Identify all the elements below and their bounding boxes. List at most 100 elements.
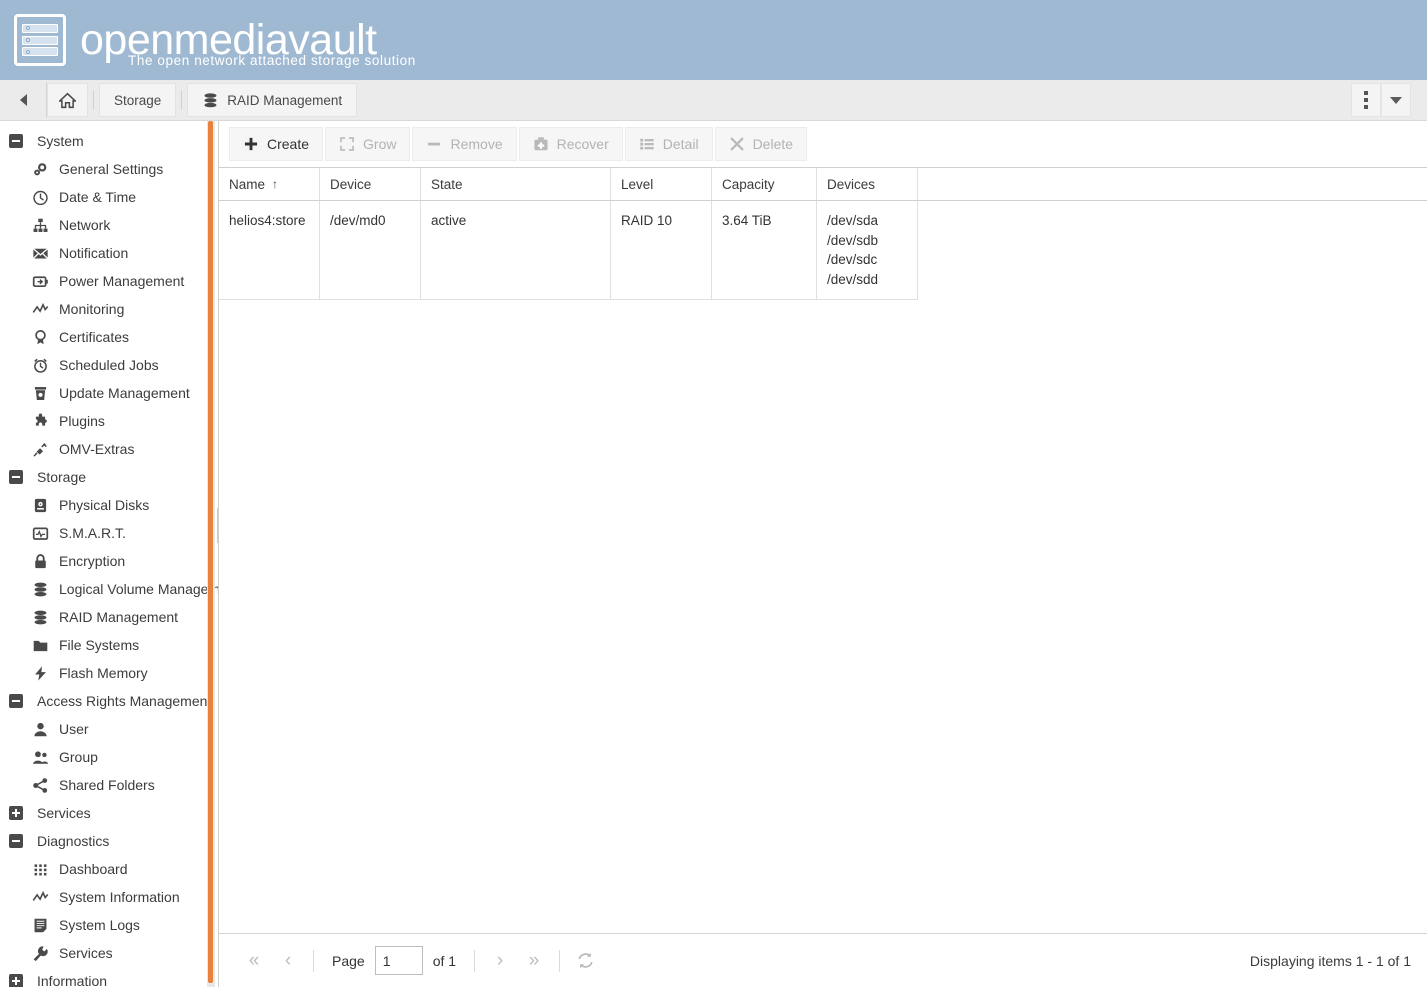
sidebar-item-omv-extras[interactable]: OMV-Extras	[0, 435, 218, 463]
column-header-device[interactable]: Device	[320, 168, 421, 200]
sidebar-item-user[interactable]: User	[0, 715, 218, 743]
breadcrumb-bar: Storage RAID Management	[0, 80, 1427, 121]
first-page-button[interactable]: «	[237, 946, 271, 976]
next-page-button[interactable]: ›	[483, 946, 517, 976]
sidebar-item-date-time[interactable]: Date & Time	[0, 183, 218, 211]
grid-header-row: Name ↑ Device State Level Capacity Devic…	[219, 167, 1427, 201]
sidebar-item-certificates[interactable]: Certificates	[0, 323, 218, 351]
plus-box-icon[interactable]	[9, 974, 23, 987]
breadcrumb-label: RAID Management	[227, 92, 343, 108]
sidebar-item-notification[interactable]: Notification	[0, 239, 218, 267]
dropdown-menu-button[interactable]	[1381, 83, 1411, 117]
sidebar-item-smart[interactable]: S.M.A.R.T.	[0, 519, 218, 547]
minus-box-icon[interactable]	[9, 694, 23, 708]
minus-box-icon[interactable]	[9, 834, 23, 848]
sidebar-scrollbar-thumb[interactable]	[208, 121, 213, 983]
sidebar-group-label: Storage	[37, 469, 87, 485]
button-label: Grow	[363, 136, 397, 152]
sidebar-item-group[interactable]: Group	[0, 743, 218, 771]
sidebar-item-label: Encryption	[59, 553, 126, 569]
sidebar-item-encryption[interactable]: Encryption	[0, 547, 218, 575]
puzzle-piece-icon	[30, 412, 50, 430]
sidebar-item-raid-management[interactable]: RAID Management	[0, 603, 218, 631]
detail-button[interactable]: Detail	[624, 127, 713, 161]
sidebar-item-label: Update Management	[59, 385, 190, 401]
cell-capacity: 3.64 TiB	[712, 201, 817, 300]
document-lines-icon	[30, 916, 50, 934]
page-number-input[interactable]	[374, 946, 423, 975]
minus-box-icon[interactable]	[9, 134, 23, 148]
sidebar-item-label: Date & Time	[59, 189, 137, 205]
sidebar-item-plugins[interactable]: Plugins	[0, 407, 218, 435]
sidebar-group-access-rights-management[interactable]: Access Rights Management	[0, 687, 218, 715]
column-header-state[interactable]: State	[421, 168, 611, 200]
sidebar-collapse-button[interactable]	[0, 80, 46, 121]
sidebar-item-monitoring[interactable]: Monitoring	[0, 295, 218, 323]
sidebar-item-physical-disks[interactable]: Physical Disks	[0, 491, 218, 519]
cell-level: RAID 10	[611, 201, 712, 300]
column-header-devices[interactable]: Devices	[817, 168, 918, 200]
column-label: Name	[229, 176, 266, 192]
hard-disk-icon	[30, 496, 50, 514]
sidebar-resize-handle[interactable]	[217, 508, 218, 543]
sidebar-item-file-systems[interactable]: File Systems	[0, 631, 218, 659]
sidebar-group-storage[interactable]: Storage	[0, 463, 218, 491]
sidebar-item-services-diagnostics[interactable]: Services	[0, 939, 218, 967]
column-header-level[interactable]: Level	[611, 168, 712, 200]
sidebar-item-flash-memory[interactable]: Flash Memory	[0, 659, 218, 687]
raid-disks-icon	[202, 92, 219, 109]
overflow-menu-button[interactable]	[1351, 83, 1381, 117]
remove-button[interactable]: Remove	[412, 127, 517, 161]
table-row[interactable]: helios4:store /dev/md0 active RAID 10 3.…	[219, 201, 1427, 300]
sidebar-item-scheduled-jobs[interactable]: Scheduled Jobs	[0, 351, 218, 379]
gears-icon	[30, 160, 50, 178]
sidebar-item-label: OMV-Extras	[59, 441, 135, 457]
expand-arrows-icon	[339, 136, 355, 152]
sidebar-item-system-information[interactable]: System Information	[0, 883, 218, 911]
sidebar-group-services[interactable]: Services	[0, 799, 218, 827]
column-header-capacity[interactable]: Capacity	[712, 168, 817, 200]
app-body: System General Settings Date & Time Netw…	[0, 121, 1427, 987]
delete-button[interactable]: Delete	[714, 127, 808, 161]
divider	[474, 949, 476, 972]
column-label: Capacity	[722, 176, 775, 192]
create-button[interactable]: Create	[229, 127, 324, 161]
sidebar-item-system-logs[interactable]: System Logs	[0, 911, 218, 939]
divider	[93, 91, 94, 109]
breadcrumb-item-storage[interactable]: Storage	[99, 83, 177, 117]
sidebar-item-label: Plugins	[59, 413, 105, 429]
sidebar-group-system[interactable]: System	[0, 127, 218, 155]
recover-button[interactable]: Recover	[518, 127, 623, 161]
plus-box-icon[interactable]	[9, 806, 23, 820]
sidebar-item-update-management[interactable]: Update Management	[0, 379, 218, 407]
plug-icon	[30, 440, 50, 458]
sidebar-scrollbar[interactable]	[207, 121, 215, 987]
sidebar-item-dashboard[interactable]: Dashboard	[0, 855, 218, 883]
sidebar-group-label: Information	[37, 973, 108, 987]
sidebar-item-shared-folders[interactable]: Shared Folders	[0, 771, 218, 799]
minus-box-icon[interactable]	[9, 470, 23, 484]
previous-page-button[interactable]: ‹	[271, 946, 305, 976]
sidebar-item-label: Services	[59, 945, 113, 961]
last-page-button[interactable]: »	[517, 946, 551, 976]
envelope-icon	[30, 244, 50, 262]
sidebar-item-network[interactable]: Network	[0, 211, 218, 239]
column-header-filler	[918, 168, 1427, 200]
kebab-menu-icon	[1364, 91, 1368, 109]
grow-button[interactable]: Grow	[325, 127, 411, 161]
total-pages-label: of 1	[432, 952, 457, 969]
sidebar-item-general-settings[interactable]: General Settings	[0, 155, 218, 183]
user-icon	[30, 720, 50, 738]
sidebar-group-diagnostics[interactable]: Diagnostics	[0, 827, 218, 855]
sidebar-item-logical-volume-management[interactable]: Logical Volume Managem	[0, 575, 218, 603]
grid-empty-area	[219, 300, 1427, 933]
sidebar-item-label: System Information	[59, 889, 180, 905]
sidebar-group-information[interactable]: Information	[0, 967, 218, 987]
breadcrumb-item-raid-management[interactable]: RAID Management	[187, 83, 358, 117]
header-actions	[1351, 83, 1411, 117]
breadcrumb-home[interactable]	[47, 83, 88, 117]
column-header-name[interactable]: Name ↑	[219, 168, 320, 200]
sidebar-item-power-management[interactable]: Power Management	[0, 267, 218, 295]
refresh-button[interactable]	[572, 948, 598, 974]
sidebar-item-label: General Settings	[59, 161, 164, 177]
